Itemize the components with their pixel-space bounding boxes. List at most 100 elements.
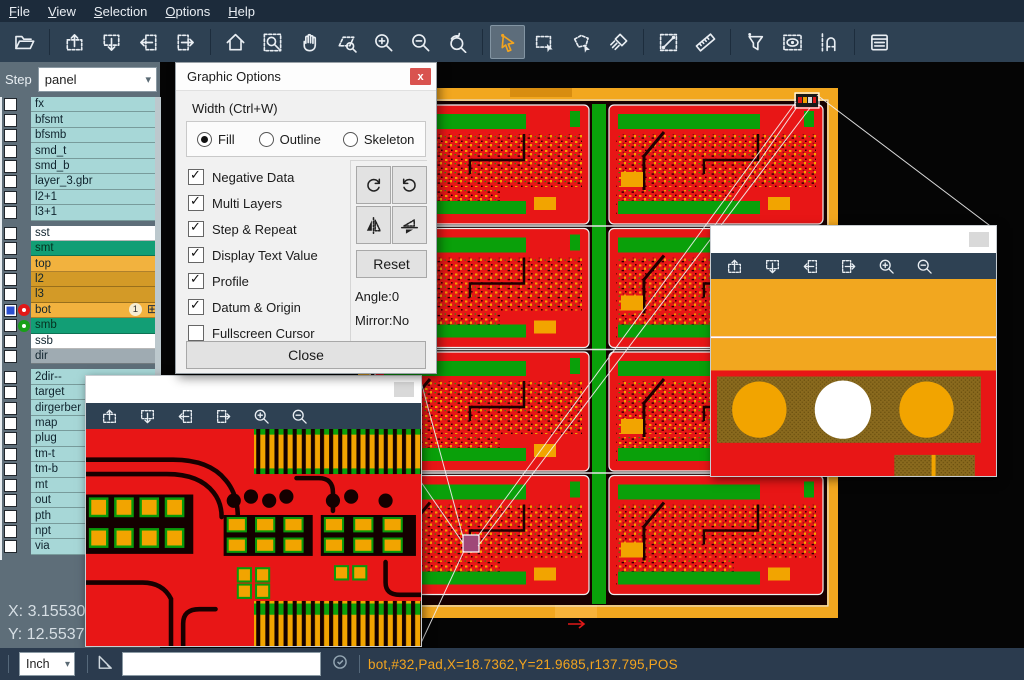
layer-visibility-checkbox[interactable] — [4, 288, 17, 301]
layer-name[interactable]: sst — [31, 226, 160, 241]
layer-row-l2+1[interactable]: l2+1 — [2, 190, 162, 205]
open-file-button[interactable] — [7, 25, 42, 59]
layer-visibility-checkbox[interactable] — [4, 319, 17, 332]
pan-up-button[interactable] — [718, 253, 750, 279]
layer-name[interactable]: l3+1 — [31, 205, 160, 220]
zoom-out-button[interactable] — [403, 25, 438, 59]
option-multi-layers[interactable]: Multi Layers — [188, 190, 318, 216]
layer-visibility-checkbox[interactable] — [4, 227, 17, 240]
layer-visibility-checkbox[interactable] — [4, 206, 17, 219]
layer-row-layer_3.gbr[interactable]: layer_3.gbr — [2, 174, 162, 189]
layer-name[interactable]: fx — [31, 97, 160, 112]
layer-row-l3[interactable]: l3 — [2, 287, 162, 302]
layer-visibility-checkbox[interactable] — [4, 114, 17, 127]
fill-mode-skeleton[interactable]: Skeleton — [343, 132, 415, 147]
layer-name[interactable]: dir — [31, 349, 160, 364]
layer-name[interactable]: layer_3.gbr — [31, 174, 160, 189]
pan-up-button[interactable] — [57, 25, 92, 59]
layer-visibility-checkbox[interactable] — [4, 510, 17, 523]
step-select[interactable]: panel ▾ — [38, 67, 157, 92]
layer-row-ssb[interactable]: ssb — [2, 334, 162, 349]
clean-tool-button[interactable] — [601, 25, 636, 59]
layer-visibility-checkbox[interactable] — [4, 191, 17, 204]
magnifier-title-bar[interactable] — [86, 376, 421, 403]
mirror-vertical-button[interactable] — [392, 206, 427, 244]
highlight-view-button[interactable] — [775, 25, 810, 59]
filter-button[interactable] — [738, 25, 773, 59]
layer-row-l3+1[interactable]: l3+1 — [2, 205, 162, 220]
rotate-ccw-button[interactable] — [392, 166, 427, 204]
layer-visibility-checkbox[interactable] — [4, 145, 17, 158]
layer-visibility-checkbox[interactable] — [4, 350, 17, 363]
layer-visibility-checkbox[interactable] — [4, 417, 17, 430]
layer-visibility-checkbox[interactable] — [4, 242, 17, 255]
layer-visibility-checkbox[interactable] — [4, 463, 17, 476]
layer-active-dot[interactable] — [18, 304, 30, 316]
pan-right-button[interactable] — [168, 25, 203, 59]
pan-left-button[interactable] — [131, 25, 166, 59]
pan-left-button[interactable] — [169, 403, 201, 429]
option-profile[interactable]: Profile — [188, 268, 318, 294]
zoom-previous-button[interactable] — [440, 25, 475, 59]
layer-row-smt[interactable]: smt — [2, 241, 162, 256]
layer-visibility-checkbox[interactable] — [4, 525, 17, 538]
pan-left-button[interactable] — [794, 253, 826, 279]
layer-name[interactable]: l3 — [31, 287, 160, 302]
layer-visibility-checkbox[interactable] — [4, 175, 17, 188]
zoom-in-button[interactable] — [366, 25, 401, 59]
layer-name[interactable]: bfsmb — [31, 128, 160, 143]
window-button[interactable] — [969, 232, 989, 247]
zoom-out-button[interactable] — [283, 403, 315, 429]
option-datum-origin[interactable]: Datum & Origin — [188, 294, 318, 320]
layer-name[interactable]: smb — [31, 318, 160, 333]
zoom-in-button[interactable] — [870, 253, 902, 279]
layer-visibility-checkbox[interactable] — [4, 335, 17, 348]
layer-visibility-checkbox[interactable] — [4, 160, 17, 173]
layer-visibility-checkbox[interactable] — [4, 258, 17, 271]
unit-select[interactable]: Inch ▾ — [19, 652, 75, 676]
magnifier-title-bar[interactable] — [711, 226, 996, 253]
option-negative-data[interactable]: Negative Data — [188, 164, 318, 190]
layer-visibility-checkbox[interactable] — [4, 402, 17, 415]
menu-view[interactable]: View — [39, 4, 85, 19]
pan-up-button[interactable] — [93, 403, 125, 429]
layer-row-smd_t[interactable]: smd_t — [2, 143, 162, 158]
menu-help[interactable]: Help — [219, 4, 264, 19]
refresh-icon[interactable] — [331, 653, 349, 676]
layer-name[interactable]: bfsmt — [31, 112, 160, 127]
zoom-out-button[interactable] — [908, 253, 940, 279]
measure-line-button[interactable] — [651, 25, 686, 59]
pan-down-button[interactable] — [756, 253, 788, 279]
fill-mode-outline[interactable]: Outline — [259, 132, 321, 147]
pan-down-button[interactable] — [94, 25, 129, 59]
rect-select-button[interactable] — [527, 25, 562, 59]
layer-visibility-checkbox[interactable] — [4, 129, 17, 142]
layer-row-l2[interactable]: l2 — [2, 272, 162, 287]
layer-row-fx[interactable]: fx — [2, 97, 162, 112]
mirror-horizontal-button[interactable] — [356, 206, 391, 244]
layer-visibility-checkbox[interactable] — [4, 273, 17, 286]
layer-name[interactable]: smd_t — [31, 143, 160, 158]
zoom-window-button[interactable] — [255, 25, 290, 59]
layer-visibility-checkbox[interactable] — [4, 386, 17, 399]
rotate-cw-button[interactable] — [356, 166, 391, 204]
layer-name[interactable]: top — [31, 256, 160, 271]
layer-visibility-checkbox[interactable] — [4, 371, 17, 384]
menu-file[interactable]: File — [0, 4, 39, 19]
layer-visibility-checkbox[interactable] — [4, 479, 17, 492]
layer-row-smd_b[interactable]: smd_b — [2, 159, 162, 174]
layer-row-bot[interactable]: bot1⊞ — [2, 303, 162, 318]
polygon-select-button[interactable] — [564, 25, 599, 59]
snap-button[interactable] — [812, 25, 847, 59]
option-display-text-value[interactable]: Display Text Value — [188, 242, 318, 268]
pan-down-button[interactable] — [131, 403, 163, 429]
layer-name[interactable]: l2 — [31, 272, 160, 287]
layer-visibility-checkbox[interactable] — [4, 304, 17, 317]
pan-right-button[interactable] — [832, 253, 864, 279]
menu-options[interactable]: Options — [156, 4, 219, 19]
layer-name[interactable]: smt — [31, 241, 160, 256]
layer-visibility-checkbox[interactable] — [4, 494, 17, 507]
pan-hand-button[interactable] — [292, 25, 327, 59]
select-tool-button[interactable] — [490, 25, 525, 59]
menu-selection[interactable]: Selection — [85, 4, 156, 19]
